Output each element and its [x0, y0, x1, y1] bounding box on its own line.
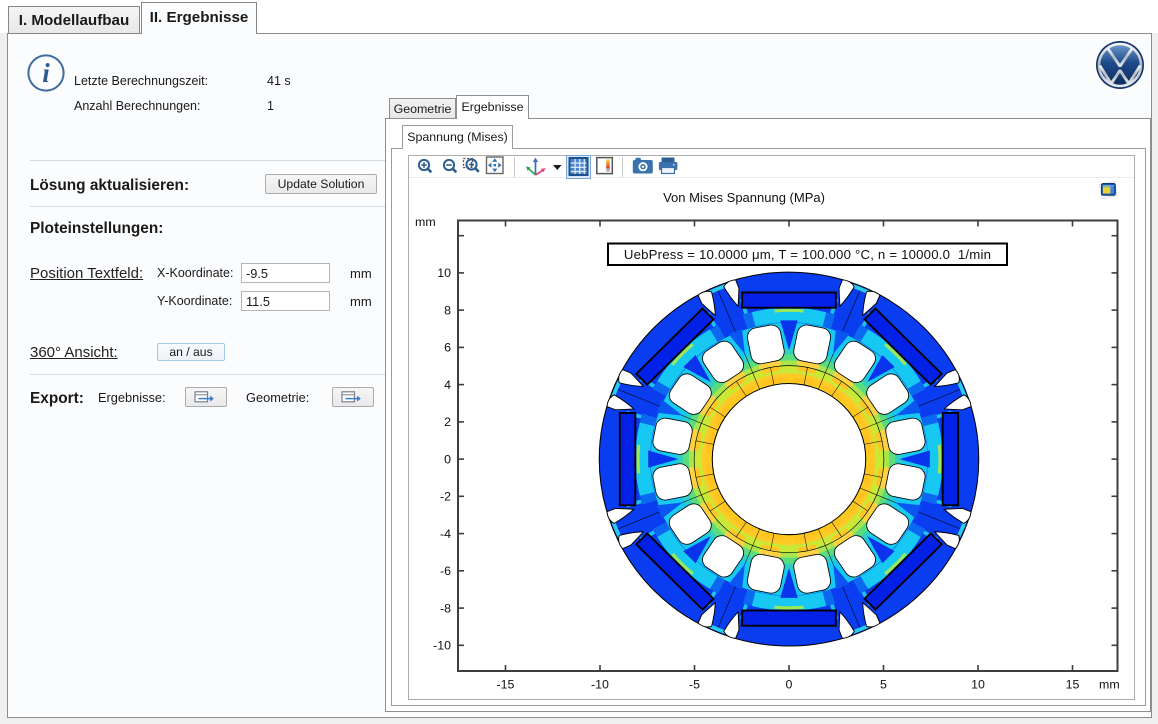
svg-text:8: 8: [444, 303, 451, 317]
svg-text:UebPress = 10.0000 μm, T = 100: UebPress = 10.0000 μm, T = 100.000 °C, n…: [623, 247, 990, 262]
svg-text:-5: -5: [688, 677, 699, 691]
svg-text:0: 0: [444, 452, 451, 466]
svg-text:6: 6: [444, 340, 451, 354]
svg-text:10: 10: [437, 266, 451, 280]
svg-text:mm: mm: [1099, 677, 1120, 691]
svg-text:-6: -6: [439, 564, 450, 578]
svg-text:-10: -10: [591, 677, 609, 691]
svg-text:-10: -10: [433, 638, 451, 652]
svg-text:10: 10: [971, 677, 985, 691]
svg-text:4: 4: [444, 377, 451, 391]
svg-text:i: i: [42, 58, 50, 88]
svg-text:-8: -8: [439, 601, 450, 615]
svg-text:2: 2: [444, 415, 451, 429]
svg-text:-15: -15: [496, 677, 514, 691]
svg-text:Von Mises Spannung (MPa): Von Mises Spannung (MPa): [663, 190, 825, 205]
svg-text:15: 15: [1065, 677, 1079, 691]
svg-text:-4: -4: [439, 526, 450, 540]
svg-text:-2: -2: [439, 489, 450, 503]
svg-text:mm: mm: [415, 215, 436, 229]
svg-text:0: 0: [785, 677, 792, 691]
svg-text:5: 5: [880, 677, 887, 691]
